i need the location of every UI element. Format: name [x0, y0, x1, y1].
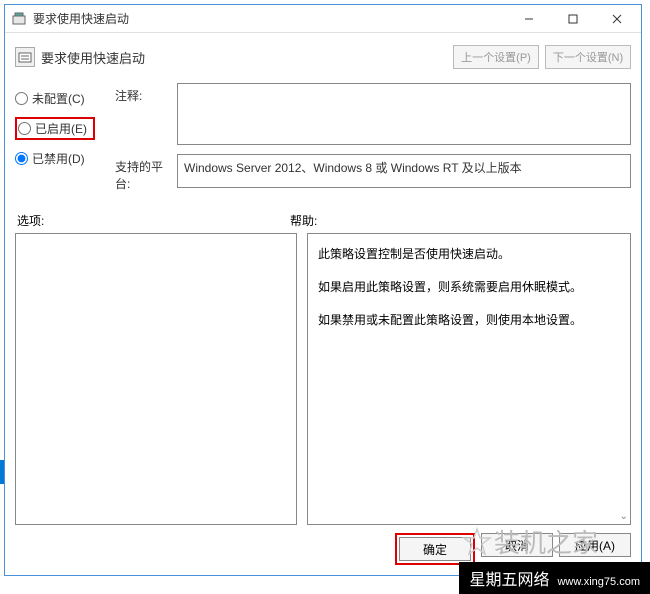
help-text-1: 此策略设置控制是否使用快速启动。 [318, 246, 620, 263]
policy-icon [15, 47, 35, 67]
supported-platform-box: Windows Server 2012、Windows 8 或 Windows … [177, 154, 631, 188]
radio-disabled-label[interactable]: 已禁用(D) [32, 150, 85, 167]
minimize-button[interactable] [507, 5, 551, 33]
cancel-button[interactable]: 取消 [481, 533, 553, 557]
radio-not-configured[interactable] [15, 92, 28, 105]
brand-footer: 星期五网络 www.xing75.com [459, 562, 650, 594]
radio-enabled[interactable] [18, 122, 31, 135]
options-label: 选项: [15, 212, 290, 229]
comment-textarea[interactable] [177, 83, 631, 145]
brand-name: 星期五网络 [469, 566, 549, 590]
radio-enabled-label[interactable]: 已启用(E) [35, 120, 87, 137]
dialog-footer: 确定 取消 应用(A) [15, 533, 631, 565]
policy-title: 要求使用快速启动 [41, 48, 453, 67]
help-text-2: 如果启用此策略设置，则系统需要启用休眠模式。 [318, 279, 620, 296]
state-radio-group: 未配置(C) 已启用(E) 已禁用(D) [15, 83, 115, 198]
radio-not-configured-label[interactable]: 未配置(C) [32, 90, 85, 107]
ok-button[interactable]: 确定 [399, 537, 471, 561]
help-text-3: 如果禁用或未配置此策略设置，则使用本地设置。 [318, 312, 620, 329]
help-label: 帮助: [290, 212, 631, 229]
apply-button[interactable]: 应用(A) [559, 533, 631, 557]
options-panel [15, 233, 297, 525]
brand-url: www.xing75.com [557, 576, 640, 588]
next-setting-button[interactable]: 下一个设置(N) [545, 45, 631, 69]
scroll-indicator-icon: ⌄ [620, 511, 628, 522]
radio-disabled[interactable] [15, 152, 28, 165]
app-icon [11, 11, 27, 27]
enabled-highlight: 已启用(E) [15, 117, 95, 140]
policy-dialog: 要求使用快速启动 要求使用快速启动 上一个设置(P) 下一个设置(N) 未配置(… [4, 4, 642, 576]
taskbar-hint [0, 460, 4, 484]
header-row: 要求使用快速启动 上一个设置(P) 下一个设置(N) [15, 41, 631, 79]
previous-setting-button[interactable]: 上一个设置(P) [453, 45, 539, 69]
maximize-button[interactable] [551, 5, 595, 33]
window-title: 要求使用快速启动 [33, 10, 507, 27]
titlebar: 要求使用快速启动 [5, 5, 641, 33]
comment-label: 注释: [115, 83, 177, 148]
platform-label: 支持的平台: [115, 154, 177, 192]
help-panel: 此策略设置控制是否使用快速启动。 如果启用此策略设置，则系统需要启用休眠模式。 … [307, 233, 631, 525]
ok-highlight: 确定 [395, 533, 475, 565]
close-button[interactable] [595, 5, 639, 33]
